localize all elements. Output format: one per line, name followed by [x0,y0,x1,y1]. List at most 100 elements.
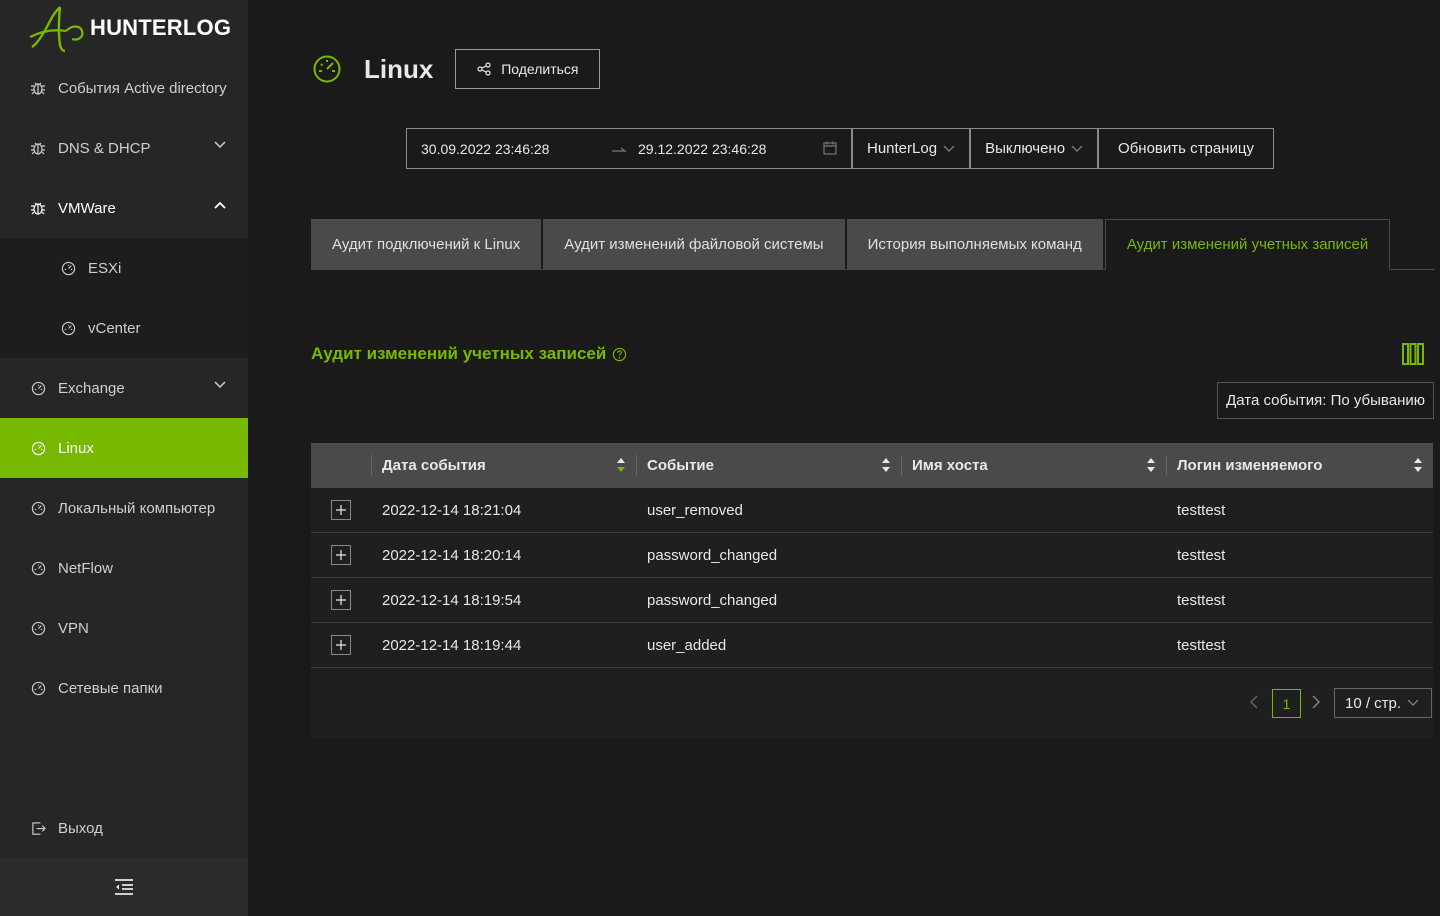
expand-row-button[interactable] [331,635,351,655]
column-header-login[interactable]: Логин изменяемого [1166,443,1433,488]
chevron-down-icon [1071,145,1083,152]
expand-row-button[interactable] [331,545,351,565]
expand-row-button[interactable] [331,590,351,610]
tab-command-history[interactable]: История выполняемых команд [846,219,1103,269]
plus-icon [336,505,346,515]
pagination: 1 10 / стр. [311,668,1433,739]
column-header-label: Имя хоста [912,457,988,474]
date-from-input[interactable]: 30.09.2022 23:46:28 [421,141,549,157]
chevron-down-icon [214,381,226,389]
sidebar-item-vpn[interactable]: VPN [0,598,248,658]
table-row: 2022-12-14 18:19:44 user_added testtest [311,623,1433,668]
cell-event: password_changed [647,546,778,564]
cell-event-date: 2022-12-14 18:19:54 [382,591,522,609]
cell-login: testtest [1177,546,1226,564]
plus-icon [336,640,346,650]
column-settings-icon[interactable] [1402,343,1424,365]
cell-event: password_changed [647,591,778,609]
date-range-picker[interactable]: 30.09.2022 23:46:28 29.12.2022 23:46:28 [406,128,852,169]
sidebar-nav: События Active directory DNS & DHCP VMWa… [0,58,248,718]
sidebar-item-network-folders[interactable]: Сетевые папки [0,658,248,718]
sidebar-item-vmware[interactable]: VMWare [0,178,248,238]
column-header-hostname[interactable]: Имя хоста [901,443,1166,488]
sidebar-item-esxi[interactable]: ESXi [0,238,248,298]
arrow-right-icon [611,141,627,157]
share-button[interactable]: Поделиться [455,49,601,89]
bug-icon [30,140,46,156]
tab-linux-connections[interactable]: Аудит подключений к Linux [311,219,542,269]
source-select[interactable]: HunterLog [852,128,971,169]
help-icon[interactable] [612,347,627,362]
chevron-right-icon[interactable] [1311,695,1321,709]
app-logo[interactable]: HUNTERLOG [28,2,231,54]
page-size-value: 10 / стр. [1345,694,1402,712]
sidebar-item-netflow[interactable]: NetFlow [0,538,248,598]
source-select-value: HunterLog [867,140,938,157]
logout-button[interactable]: Выход [0,798,248,858]
column-header-label: Событие [647,457,714,474]
logout-section: Выход [0,798,248,858]
column-header-event-date[interactable]: Дата события [371,443,636,488]
page-number-button[interactable]: 1 [1272,689,1301,718]
sort-icon[interactable] [616,457,626,473]
column-header-event[interactable]: Событие [636,443,901,488]
expand-cell [311,545,371,565]
sidebar-item-label: Сетевые папки [58,679,163,697]
tab-account-changes[interactable]: Аудит изменений учетных записей [1104,219,1391,270]
page-title: Linux [364,53,434,84]
auto-refresh-select[interactable]: Выключено [970,128,1099,169]
dashboard-icon [30,440,46,456]
sidebar: HUNTERLOG События Active directory DNS &… [0,0,248,916]
filter-bar: 30.09.2022 23:46:28 29.12.2022 23:46:28 … [406,128,1274,169]
logout-label: Выход [58,819,103,837]
dashboard-icon [30,380,46,396]
sidebar-item-label: ESXi [88,259,122,277]
sort-icon[interactable] [1146,457,1156,473]
chevron-left-icon[interactable] [1249,695,1259,709]
refresh-page-button[interactable]: Обновить страницу [1098,128,1274,169]
cell-event-date: 2022-12-14 18:21:04 [382,501,522,519]
plus-icon [336,550,346,560]
sidebar-item-label: Локальный компьютер [58,499,216,517]
table-row: 2022-12-14 18:21:04 user_removed testtes… [311,488,1433,533]
sidebar-item-active-directory[interactable]: События Active directory [0,58,248,118]
date-to-input[interactable]: 29.12.2022 23:46:28 [638,141,766,157]
cell-login: testtest [1177,636,1226,654]
dashboard-icon [30,620,46,636]
cell-login: testtest [1177,591,1226,609]
sidebar-item-linux[interactable]: Linux [0,418,248,478]
section-title: Аудит изменений учетных записей [311,344,627,364]
dashboard-icon [60,260,76,276]
sidebar-item-label: vCenter [88,319,141,337]
events-table: Дата события Событие Имя хоста Логин изм… [311,443,1433,739]
tab-filesystem-changes[interactable]: Аудит изменений файловой системы [543,219,845,269]
sort-icon[interactable] [881,457,891,473]
calendar-icon[interactable] [823,141,837,155]
sort-icon[interactable] [1413,457,1423,473]
cell-event: user_removed [647,501,743,519]
sidebar-item-dns-dhcp[interactable]: DNS & DHCP [0,118,248,178]
sidebar-item-label: События Active directory [58,79,227,97]
auto-refresh-value: Выключено [985,140,1066,157]
cell-event-date: 2022-12-14 18:20:14 [382,546,522,564]
expand-cell [311,590,371,610]
bug-icon [30,80,46,96]
sidebar-item-local-computer[interactable]: Локальный компьютер [0,478,248,538]
dashboard-icon [30,680,46,696]
sort-indicator[interactable]: Дата события: По убыванию [1217,382,1434,419]
sidebar-item-label: Linux [58,439,94,457]
dashboard-icon [60,320,76,336]
cell-login: testtest [1177,501,1226,519]
sidebar-item-vcenter[interactable]: vCenter [0,298,248,358]
expand-row-button[interactable] [331,500,351,520]
sidebar-item-label: Exchange [58,379,125,397]
bug-icon [30,200,46,216]
sidebar-item-exchange[interactable]: Exchange [0,358,248,418]
chevron-down-icon [943,145,955,152]
sidebar-collapse-button[interactable] [0,858,248,916]
dashboard-icon [30,500,46,516]
page-size-select[interactable]: 10 / стр. [1334,688,1432,718]
sidebar-item-label: VMWare [58,199,116,217]
share-icon [477,62,491,76]
cell-event: user_added [647,636,727,654]
